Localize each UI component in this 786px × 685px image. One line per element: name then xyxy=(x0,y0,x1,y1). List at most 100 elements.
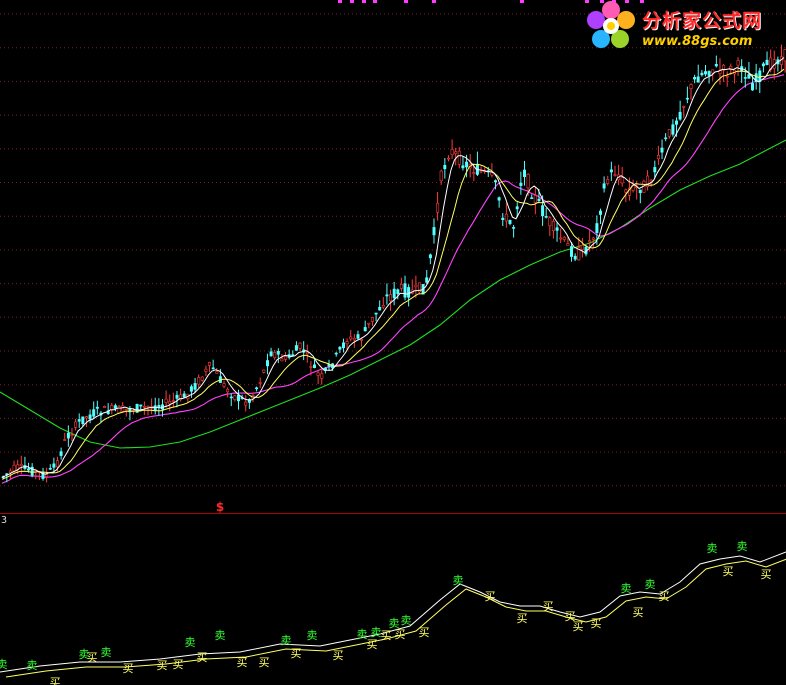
buy-signal-label: 买 xyxy=(197,651,208,664)
candle-body xyxy=(765,59,769,66)
sell-signal-label: 卖 xyxy=(27,659,38,672)
top-mark xyxy=(404,0,408,3)
ma-mid-line xyxy=(1,68,785,480)
candle-body xyxy=(436,202,440,213)
candle-body xyxy=(501,217,505,221)
candle-body xyxy=(168,400,172,405)
candle-body xyxy=(316,372,320,376)
candle-body xyxy=(443,165,447,170)
candle-body xyxy=(204,368,208,372)
candle-body xyxy=(215,371,219,374)
watermark-name: 分析家公式网 xyxy=(642,10,763,32)
candle-body xyxy=(555,227,559,231)
candle-body xyxy=(743,77,747,79)
buy-signal-label: 买 xyxy=(367,638,378,651)
flower-logo-icon xyxy=(587,1,635,48)
candle-body xyxy=(414,284,418,288)
buy-signal-label: 买 xyxy=(381,629,392,642)
candle-body xyxy=(653,167,657,173)
candle-body xyxy=(320,373,324,379)
candle-body xyxy=(428,254,432,259)
candle-body xyxy=(591,237,595,240)
buy-signal-label: 买 xyxy=(517,612,528,625)
candle-body xyxy=(378,306,382,311)
dollar-marker: $ xyxy=(216,500,224,513)
candle-body xyxy=(334,352,338,355)
buy-signal-label: 买 xyxy=(419,626,430,639)
candle-body xyxy=(197,377,201,385)
buy-signal-label: 买 xyxy=(173,658,184,671)
candle-body xyxy=(606,179,610,184)
candle-body xyxy=(537,198,541,202)
candle-body xyxy=(52,463,56,468)
candle-body xyxy=(92,409,96,417)
candle-body xyxy=(674,120,678,125)
candle-body xyxy=(88,414,92,420)
sell-signal-label: 卖 xyxy=(79,648,90,661)
candle-body xyxy=(146,405,150,408)
candle-body xyxy=(548,217,552,227)
candle-body xyxy=(171,400,175,402)
candle-body xyxy=(671,124,675,135)
top-mark xyxy=(520,0,524,3)
candle-body xyxy=(620,177,624,184)
buy-signal-label: 买 xyxy=(291,647,302,660)
candle-body xyxy=(103,405,107,408)
candle-body xyxy=(450,149,454,155)
candle-body xyxy=(349,336,353,340)
top-mark xyxy=(338,0,342,3)
buy-sell-signals: 买买买买买买买买买 买买买买买买买买买买 买买买买 买卖 卖卖 卖卖卖卖卖卖卖卖 卖卖卖 卖卖… xyxy=(0,540,772,685)
candle-body xyxy=(667,129,671,137)
candlestick-chart[interactable]: $ xyxy=(0,0,786,513)
candle-body xyxy=(276,350,280,355)
ma-long-layer xyxy=(1,74,785,484)
candle-body xyxy=(392,288,396,299)
candle-body xyxy=(12,464,16,472)
candle-body xyxy=(638,189,642,194)
candle-body xyxy=(472,172,476,175)
buy-signal-label: 买 xyxy=(591,617,602,630)
candle-body xyxy=(497,197,501,201)
candle-body xyxy=(685,97,689,100)
candle-body xyxy=(595,223,599,233)
candle-body xyxy=(432,227,436,236)
candle-body xyxy=(110,405,114,411)
candle-body xyxy=(193,383,197,390)
candle-body xyxy=(573,255,577,260)
candle-body xyxy=(693,77,697,80)
candle-body xyxy=(244,401,248,406)
candle-body xyxy=(255,387,259,390)
candle-body xyxy=(280,358,284,362)
candle-body xyxy=(19,463,23,466)
candle-body xyxy=(381,305,385,308)
candle-body xyxy=(682,106,686,108)
candle-body xyxy=(233,395,237,400)
price-gridlines xyxy=(0,13,786,487)
sell-signal-label: 卖 xyxy=(645,578,656,591)
candle-body xyxy=(164,398,168,404)
indicator-panel[interactable]: 买买买买买买买买买 买买买买买买买买买买 买买买买 买卖 卖卖 卖卖卖卖卖卖卖卖 卖卖卖 卖卖… xyxy=(0,514,786,685)
candle-body xyxy=(66,432,70,439)
candle-body xyxy=(439,170,443,182)
candle-body xyxy=(258,382,262,384)
candle-body xyxy=(208,362,212,366)
candle-body xyxy=(363,327,367,332)
watermark-logo: 分析家公式网 www.88gs.com xyxy=(584,0,784,52)
candle-body xyxy=(229,396,233,399)
candle-body xyxy=(367,322,371,325)
candle-body xyxy=(656,155,660,159)
candle-body xyxy=(312,364,316,368)
sell-signal-label: 卖 xyxy=(0,658,8,671)
candle-body xyxy=(479,170,483,173)
candle-body xyxy=(613,174,617,176)
candle-body xyxy=(407,287,411,298)
candle-body xyxy=(696,76,700,83)
top-mark xyxy=(432,0,436,3)
candle-body xyxy=(533,195,537,203)
candle-body xyxy=(385,294,389,297)
sell-signal-label: 卖 xyxy=(215,629,226,642)
buy-signal-label: 买 xyxy=(157,659,168,672)
candle-body xyxy=(45,474,49,477)
candle-body xyxy=(309,365,313,368)
candle-body xyxy=(747,74,751,79)
